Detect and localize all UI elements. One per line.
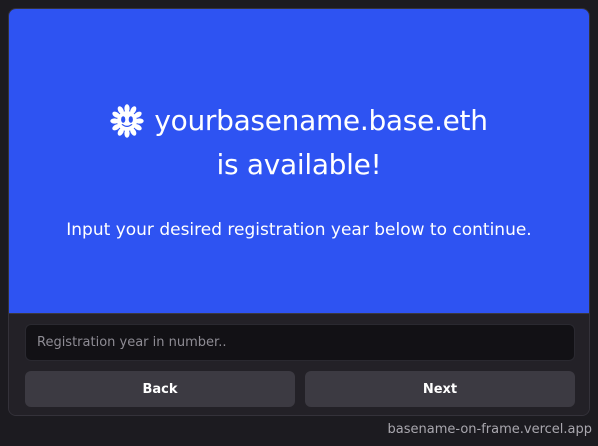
- back-button[interactable]: Back: [25, 371, 295, 407]
- availability-status: is available!: [216, 148, 382, 181]
- title-row: yourbasename.base.eth: [9, 104, 589, 138]
- base-flower-logo-icon: [110, 104, 145, 138]
- next-button[interactable]: Next: [305, 371, 575, 407]
- basename-title: yourbasename.base.eth: [154, 104, 488, 137]
- registration-year-input[interactable]: [25, 324, 575, 361]
- frame-card: yourbasename.base.eth is available! Inpu…: [8, 8, 590, 416]
- frame-image: yourbasename.base.eth is available! Inpu…: [9, 9, 589, 313]
- instruction-text: Input your desired registration year bel…: [66, 220, 532, 240]
- frame-controls: Back Next: [9, 313, 589, 415]
- frame-url-link[interactable]: basename-on-frame.vercel.app: [388, 421, 592, 439]
